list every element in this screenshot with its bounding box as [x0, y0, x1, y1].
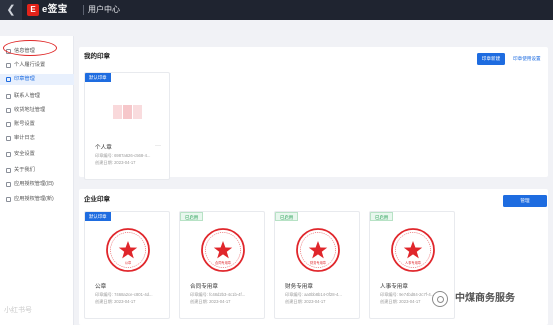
- seal-name: 财务专用章: [285, 284, 313, 290]
- menu-item-icon: [6, 197, 11, 202]
- sidebar-item[interactable]: 关于我们: [0, 165, 74, 176]
- sidebar: 信息管理 个人履行设置 印章管理 联系人管理 收货地址管理 账号设置 审计日志 安全设置 关于我…: [0, 36, 74, 325]
- seal-status-tag: 已启用: [180, 212, 204, 221]
- sidebar-item-label: 印章管理: [14, 76, 35, 82]
- menu-item-icon: [6, 94, 11, 99]
- sidebar-item-label: 账号设置: [14, 121, 35, 127]
- menu-item-icon: [6, 108, 11, 113]
- sidebar-item[interactable]: 应用授权管理(旧): [0, 179, 74, 190]
- watermark-right: 中煤商务服务: [455, 293, 515, 304]
- sidebar-item-label: 安全设置: [14, 151, 35, 157]
- wechat-account-icon: [432, 291, 448, 307]
- seal-status-tag: 已启用: [370, 212, 394, 221]
- my-seals-panel: 我的印章 印章新建 印章使用设置 默认印章 个人章 ··· 印章编号: 6987…: [79, 47, 548, 180]
- menu-item-icon: [6, 122, 11, 127]
- seal-status-tag: 已启用: [275, 212, 299, 221]
- sidebar-item[interactable]: 账号设置: [0, 119, 74, 130]
- sidebar-item[interactable]: 个人履行设置: [0, 60, 74, 71]
- seal-image: 公章: [85, 224, 169, 274]
- seal-id: 印章编号: 9e74bd84-2c7f-4...: [380, 292, 435, 297]
- red-seal-icon: 合同专用章: [201, 228, 245, 272]
- red-seal-icon: 人事专用章: [391, 228, 435, 272]
- seal-name: 人事专用章: [380, 284, 408, 290]
- personal-seal-card[interactable]: 默认印章 个人章 ··· 印章编号: 6987a626-c568-4... 创建…: [84, 72, 170, 180]
- page-title: 用户中心: [88, 5, 120, 14]
- sidebar-item-label: 应用授权管理(新): [14, 196, 54, 202]
- default-seal-tag: 默认印章: [85, 73, 111, 82]
- red-seal-icon: 财务专用章: [296, 228, 340, 272]
- more-options-icon[interactable]: ···: [155, 142, 161, 150]
- manage-seals-button[interactable]: 管理: [503, 195, 547, 207]
- menu-item-icon: [6, 63, 11, 68]
- sidebar-item-label: 个人履行设置: [14, 62, 46, 68]
- seal-status-tag: 默认印章: [85, 212, 111, 221]
- sidebar-item-label: 关于我们: [14, 167, 35, 173]
- sidebar-item[interactable]: 印章管理: [0, 74, 74, 85]
- sidebar-item[interactable]: 安全设置: [0, 149, 74, 160]
- top-bar: ❮ E e签宝 用户中心: [0, 0, 553, 20]
- red-seal-icon: 公章: [106, 228, 150, 272]
- seal-name: 公章: [95, 284, 107, 290]
- highlight-annotation: [3, 40, 57, 56]
- app-logo: e签宝: [42, 4, 68, 15]
- sidebar-item-label: 收货地址管理: [14, 107, 46, 113]
- seal-settings-link[interactable]: 印章使用设置: [513, 53, 541, 65]
- my-seals-title: 我的印章: [84, 53, 110, 60]
- sidebar-item[interactable]: 应用授权管理(新): [0, 194, 74, 205]
- seal-created-date: 创建日期: 2023-04-17: [380, 299, 421, 304]
- seal-created-date: 创建日期: 2023-04-17: [190, 299, 231, 304]
- seal-name: 合同专用章: [190, 284, 218, 290]
- sidebar-item-label: 应用授权管理(旧): [14, 181, 54, 187]
- sidebar-item[interactable]: 审计日志: [0, 133, 74, 144]
- seal-image: 合同专用章: [180, 224, 264, 274]
- menu-item-icon: [6, 152, 11, 157]
- chevron-left-icon: ❮: [6, 4, 16, 16]
- seal-image: 财务专用章: [275, 224, 359, 274]
- menu-item-icon: [6, 182, 11, 187]
- back-button[interactable]: ❮: [0, 0, 22, 20]
- seal-id: 印章编号: 6987a626-c568-4...: [95, 153, 151, 158]
- seal-inner-label: 合同专用章: [215, 260, 232, 265]
- seal-id: 印章编号: fc48d2b3-4c1b-4f...: [190, 292, 246, 297]
- sidebar-item-label: 联系人管理: [14, 93, 40, 99]
- company-seals-title: 企业印章: [84, 196, 110, 203]
- seal-inner-label: 人事专用章: [405, 260, 422, 265]
- seal-id: 印章编号: aa0bb8b14-0f28-4...: [285, 292, 342, 297]
- personal-seal-image: [85, 85, 169, 135]
- menu-item-icon: [6, 77, 11, 82]
- seal-name: 个人章: [95, 145, 112, 151]
- esign-logo-icon: E: [27, 4, 39, 16]
- menu-item-icon: [6, 168, 11, 173]
- seal-id: 印章编号: 7468a2ce-c801-4d...: [95, 292, 153, 297]
- divider: [83, 5, 84, 15]
- seal-created-date: 创建日期: 2023-04-17: [95, 160, 136, 165]
- menu-item-icon: [6, 136, 11, 141]
- sidebar-item[interactable]: 联系人管理: [0, 91, 74, 102]
- company-seal-card[interactable]: 已启用 合同专用章 合同专用章 印章编号: fc48d2b3-4c1b-4f... 创建…: [179, 211, 265, 319]
- seal-image: 人事专用章: [370, 224, 454, 274]
- seal-created-date: 创建日期: 2023-04-17: [95, 299, 136, 304]
- seal-inner-label: 公章: [125, 260, 132, 265]
- company-seal-card[interactable]: 已启用 财务专用章 财务专用章 印章编号: aa0bb8b14-0f28-4... 创建…: [274, 211, 360, 319]
- company-seal-card[interactable]: 默认印章 公章 公章 印章编号: 7468a2ce-c801-4d... 创建日期: 2…: [84, 211, 170, 319]
- seal-inner-label: 财务专用章: [310, 260, 327, 265]
- create-seal-button[interactable]: 印章新建: [477, 53, 505, 65]
- sidebar-item-label: 审计日志: [14, 135, 35, 141]
- watermark-left: 小红书号: [4, 307, 32, 314]
- sidebar-item[interactable]: 收货地址管理: [0, 105, 74, 116]
- seal-created-date: 创建日期: 2023-04-17: [285, 299, 326, 304]
